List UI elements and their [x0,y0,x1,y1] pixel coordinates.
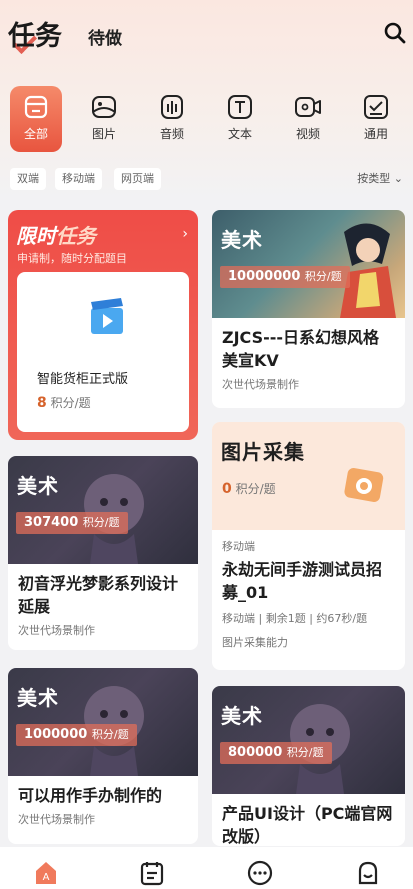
task-card[interactable]: 美术 1000000 积分/题 可以用作手办制作的 次世代场景制作 [8,668,198,844]
points-value: 800000 [228,745,283,760]
limited-title-b: 任务 [56,224,96,248]
search-icon[interactable] [383,21,407,45]
points-value: 10000000 [228,269,301,284]
task-card[interactable]: 美术 800000 积分/题 产品UI设计（PC端官网改版） [212,686,405,846]
limited-subtitle: 申请制，随时分配题目 [17,252,127,265]
task-tag: 美术 [221,228,263,252]
page-title[interactable]: 任务 [8,14,62,53]
svg-text:A: A [43,872,50,883]
general-icon [364,95,388,119]
task-tag: 美术 [17,686,59,710]
category-audio[interactable]: 音频 [144,86,200,152]
task-title: 可以用作手办制作的 [18,786,163,805]
category-label: 图片 [91,127,116,141]
task-platform: 移动端 [222,540,255,553]
task-meta-platform: 移动端 [222,612,255,625]
limited-title: 限时任务 [16,220,96,249]
limited-task-card[interactable]: 限时任务 › 申请制，随时分配题目 智能货柜正式版 8 积分/题 [8,210,198,440]
task-subtitle: 图片采集能力 [222,636,288,649]
category-label: 视频 [295,127,320,141]
limited-title-a: 限时 [16,224,56,248]
task-subtitle: 次世代场景制作 [222,378,299,391]
task-points: 800000 积分/题 [220,742,332,764]
image-icon [92,96,116,118]
chevron-down-icon: ⌄ [393,172,403,185]
category-image[interactable]: 图片 [76,86,132,152]
points-value: 0 [222,481,232,497]
message-icon[interactable] [246,859,274,887]
task-banner: 美术 1000000 积分/题 [8,668,198,776]
points-unit: 积分/题 [82,516,120,529]
category-label: 全部 [23,127,48,141]
task-title: 产品UI设计（PC端官网改版） [222,804,393,846]
task-meta-remaining: 剩余1题 [265,612,306,625]
task-card[interactable]: 美术 10000000 积分/题 ZJCS---日系幻想风格美宣KV 次世代场景… [212,210,405,408]
chevron-right-icon: › [182,226,188,242]
task-banner: 美术 10000000 积分/题 [212,210,405,318]
tasks-icon[interactable] [138,859,166,887]
home-icon[interactable]: A [32,859,60,887]
text-icon [228,95,252,119]
all-icon [24,95,48,119]
task-subtitle: 次世代场景制作 [18,813,95,826]
task-banner: 美术 800000 积分/题 [212,686,405,794]
filter-chip-web[interactable]: 网页端 [114,168,161,190]
sort-dropdown[interactable]: 按类型 ⌄ [357,168,403,190]
sort-label: 按类型 [357,172,391,185]
category-general[interactable]: 通用 [348,86,404,152]
task-banner: 图片采集 0 积分/题 [212,422,405,530]
filter-bar: 双端 移动端 网页端 按类型 ⌄ [0,168,413,192]
header: 任务 待做 [0,0,413,70]
task-card[interactable]: 美术 307400 积分/题 初音浮光梦影系列设计延展 次世代场景制作 [8,456,198,650]
video-clapper-icon [91,298,123,334]
task-points: 0 积分/题 [222,480,276,497]
points-unit: 积分/题 [235,482,276,496]
limited-task-name: 智能货柜正式版 [37,372,129,387]
video-icon [295,97,321,117]
task-tag: 美术 [221,704,263,728]
task-points: 1000000 积分/题 [16,724,137,746]
task-banner: 美术 307400 积分/题 [8,456,198,564]
task-points: 307400 积分/题 [16,512,128,534]
limited-task-item[interactable]: 智能货柜正式版 8 积分/题 [17,272,189,432]
points-unit: 积分/题 [304,270,342,283]
category-video[interactable]: 视频 [280,86,336,152]
task-tag: 美术 [17,474,59,498]
task-title: 初音浮光梦影系列设计延展 [18,574,179,616]
camera-icon [344,468,384,502]
audio-icon [161,95,183,119]
bottom-tab-bar: A [0,847,413,889]
task-tag: 图片采集 [221,440,305,464]
points-value: 1000000 [24,727,88,742]
task-title: ZJCS---日系幻想风格美宣KV [222,328,380,370]
filter-chip-both[interactable]: 双端 [10,168,46,190]
filter-chip-mobile[interactable]: 移动端 [55,168,102,190]
points-unit: 积分/题 [91,728,129,741]
profile-icon[interactable] [354,859,382,887]
points-value: 307400 [24,515,79,530]
points-unit: 积分/题 [50,396,91,410]
limited-task-points: 8 积分/题 [37,394,91,411]
task-subtitle: 次世代场景制作 [18,624,95,637]
task-meta-duration: 约67秒/题 [316,612,368,625]
category-label: 音频 [159,127,184,141]
category-label: 通用 [363,127,388,141]
points-unit: 积分/题 [286,746,324,759]
category-all[interactable]: 全部 [10,86,62,152]
category-text[interactable]: 文本 [212,86,268,152]
category-bar: 全部 图片 音频 文本 视频 通用 [0,86,413,156]
task-card[interactable]: 图片采集 0 积分/题 移动端 永劫无间手游测试员招募_01 移动端 | 剩余1… [212,422,405,670]
category-label: 文本 [227,127,252,141]
points-value: 8 [37,395,47,411]
task-title: 永劫无间手游测试员招募_01 [222,560,383,602]
task-points: 10000000 积分/题 [220,266,350,288]
task-meta: 移动端 | 剩余1题 | 约67秒/题 [222,612,368,625]
tab-todo[interactable]: 待做 [88,24,122,49]
